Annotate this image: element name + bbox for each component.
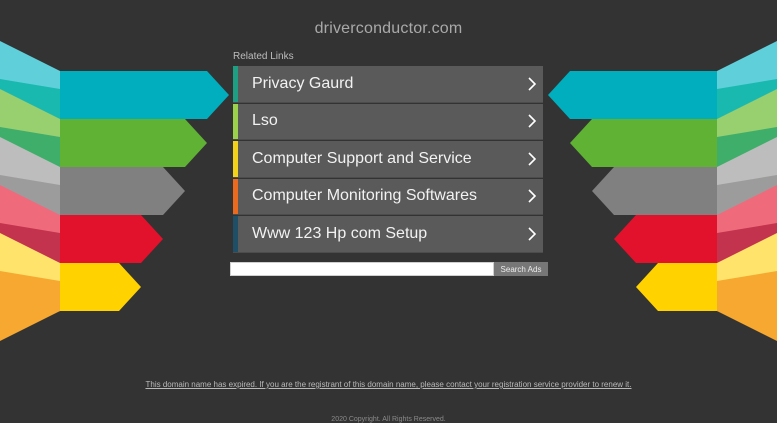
arrow-mid-band [0, 79, 60, 149]
arrow-mid-band [0, 271, 60, 341]
copyright-text: 2020 Copyright. All Rights Reserved. [331, 416, 446, 423]
related-links-heading: Related Links [233, 51, 294, 62]
arrow-mid-band [0, 127, 60, 197]
arrow-main-band [548, 71, 717, 119]
arrow-light-band [0, 137, 60, 235]
arrow-main-band [60, 119, 207, 167]
arrow-main-band [60, 71, 229, 119]
arrow-light-band [717, 89, 777, 187]
arrow-mid-band [717, 223, 777, 293]
chevron-right-icon [528, 114, 537, 128]
arrow-light-band [717, 137, 777, 235]
link-color-stripe [233, 103, 238, 139]
related-link-label: Www 123 Hp com Setup [252, 224, 428, 242]
arrow-main-band [60, 263, 141, 311]
related-link-hp-setup[interactable]: Www 123 Hp com Setup [233, 216, 543, 253]
arrow-light-band [0, 233, 60, 331]
related-link-label: Computer Support and Service [252, 149, 472, 167]
link-color-stripe [233, 141, 238, 177]
arrow-mid-band [717, 175, 777, 245]
arrow-mid-band [0, 223, 60, 293]
expired-domain-notice[interactable]: This domain name has expired. If you are… [0, 380, 777, 389]
arrow-light-band [717, 233, 777, 331]
arrow-light-band [0, 89, 60, 187]
related-link-label: Computer Monitoring Softwares [252, 187, 477, 205]
link-color-stripe [233, 178, 238, 214]
arrow-main-band [636, 263, 717, 311]
arrow-mid-band [717, 127, 777, 197]
domain-title: driverconductor.com [314, 20, 463, 37]
arrow-mid-band [717, 79, 777, 149]
arrow-light-band [717, 41, 777, 139]
related-link-privacy-gaurd[interactable]: Privacy Gaurd [233, 66, 543, 103]
arrow-main-band [614, 215, 717, 263]
search-input[interactable] [230, 262, 494, 276]
related-link-computer-support[interactable]: Computer Support and Service [233, 141, 543, 178]
chevron-right-icon [528, 227, 537, 241]
chevron-right-icon [528, 152, 537, 166]
link-color-stripe [233, 66, 238, 102]
arrow-mid-band [0, 175, 60, 245]
arrow-main-band [60, 215, 163, 263]
arrow-light-band [0, 185, 60, 283]
arrow-light-band [717, 185, 777, 283]
arrow-main-band [570, 119, 717, 167]
chevron-right-icon [528, 189, 537, 203]
arrow-light-band [0, 41, 60, 139]
related-link-computer-monitoring[interactable]: Computer Monitoring Softwares [233, 178, 543, 215]
related-link-label: Lso [252, 112, 278, 130]
arrow-main-band [592, 167, 717, 215]
search-ads-button[interactable]: Search Ads [494, 262, 548, 276]
related-links-list: Privacy Gaurd Lso Computer Support and S… [233, 66, 543, 254]
chevron-right-icon [528, 77, 537, 91]
related-link-lso[interactable]: Lso [233, 103, 543, 140]
arrow-mid-band [717, 271, 777, 341]
search-form: Search Ads [230, 262, 548, 276]
related-link-label: Privacy Gaurd [252, 74, 354, 92]
link-color-stripe [233, 216, 238, 252]
arrow-main-band [60, 167, 185, 215]
